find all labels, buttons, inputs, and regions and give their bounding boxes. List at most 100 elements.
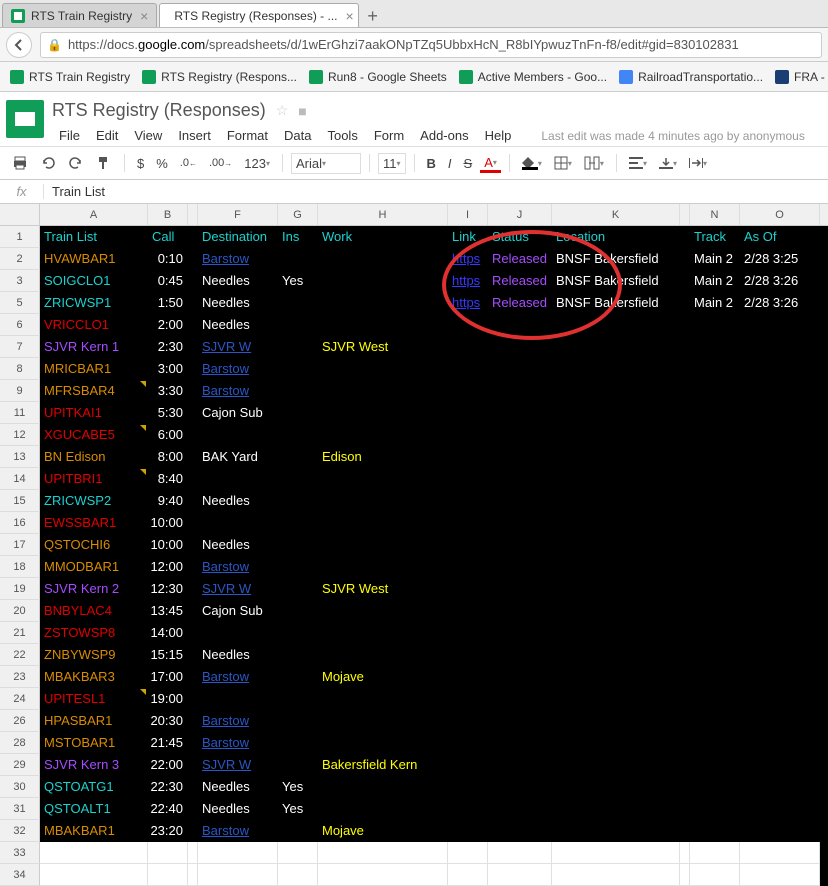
cell[interactable]: [188, 534, 198, 556]
cell[interactable]: [552, 380, 680, 402]
cell[interactable]: [318, 688, 448, 710]
cell[interactable]: [188, 380, 198, 402]
col-header-H[interactable]: H: [318, 204, 448, 225]
cell[interactable]: [278, 688, 318, 710]
cell[interactable]: [448, 534, 488, 556]
cell[interactable]: [278, 578, 318, 600]
cell[interactable]: [690, 336, 740, 358]
cell[interactable]: [680, 622, 690, 644]
cell[interactable]: 13:45: [148, 600, 188, 622]
cell[interactable]: ZNBYWSP9: [40, 644, 148, 666]
row-header[interactable]: 5▴ ▾: [0, 292, 40, 314]
cell[interactable]: [188, 314, 198, 336]
col-header-J[interactable]: J: [488, 204, 552, 225]
cell[interactable]: SOIGCLO1: [40, 270, 148, 292]
cell[interactable]: [278, 292, 318, 314]
cell[interactable]: [552, 710, 680, 732]
cell[interactable]: Location: [552, 226, 680, 248]
row-header[interactable]: 31: [0, 798, 40, 820]
cell[interactable]: [188, 864, 198, 886]
cell[interactable]: [148, 842, 188, 864]
cell[interactable]: 5:30: [148, 402, 188, 424]
cell[interactable]: [318, 402, 448, 424]
cell[interactable]: 3:30: [148, 380, 188, 402]
cell[interactable]: 22:40: [148, 798, 188, 820]
menu-form[interactable]: Form: [367, 125, 411, 146]
cell[interactable]: [552, 798, 680, 820]
cell[interactable]: [188, 270, 198, 292]
cell[interactable]: BNSF Bakersfield: [552, 292, 680, 314]
cell[interactable]: SJVR West: [318, 336, 448, 358]
cell[interactable]: [690, 666, 740, 688]
cell[interactable]: SJVR Kern 1: [40, 336, 148, 358]
cell[interactable]: [188, 820, 198, 842]
cell[interactable]: [188, 798, 198, 820]
cell[interactable]: [740, 424, 820, 446]
cell[interactable]: [690, 314, 740, 336]
cell[interactable]: [488, 820, 552, 842]
cell[interactable]: [488, 490, 552, 512]
cell[interactable]: [740, 490, 820, 512]
cell[interactable]: SJVR W: [198, 578, 278, 600]
bookmark-item[interactable]: FRA - Safety M: [771, 68, 828, 86]
menu-tools[interactable]: Tools: [320, 125, 364, 146]
cell[interactable]: Main 2: [690, 248, 740, 270]
cell[interactable]: Needles: [198, 314, 278, 336]
cell[interactable]: [188, 226, 198, 248]
cell[interactable]: 21:45: [148, 732, 188, 754]
row-header[interactable]: 34: [0, 864, 40, 886]
text-color-button[interactable]: A: [480, 153, 501, 173]
cell[interactable]: [188, 644, 198, 666]
cell[interactable]: 3:00: [148, 358, 188, 380]
menu-edit[interactable]: Edit: [89, 125, 125, 146]
cell[interactable]: [488, 600, 552, 622]
italic-button[interactable]: I: [444, 154, 456, 173]
row-header[interactable]: 23: [0, 666, 40, 688]
cell[interactable]: [552, 446, 680, 468]
cell[interactable]: [148, 864, 188, 886]
cell[interactable]: Yes: [278, 776, 318, 798]
row-header[interactable]: 16: [0, 512, 40, 534]
cell[interactable]: [198, 424, 278, 446]
cell[interactable]: [680, 512, 690, 534]
cell[interactable]: [318, 776, 448, 798]
url-input[interactable]: 🔒 https://docs.google.com/spreadsheets/d…: [40, 32, 822, 58]
cell[interactable]: [278, 248, 318, 270]
cell[interactable]: [188, 732, 198, 754]
cell[interactable]: 14:00: [148, 622, 188, 644]
cell[interactable]: [448, 666, 488, 688]
cell[interactable]: Mojave: [318, 666, 448, 688]
star-icon[interactable]: ☆: [276, 102, 289, 119]
cell[interactable]: [278, 732, 318, 754]
cell[interactable]: [278, 314, 318, 336]
row-header[interactable]: 11▴ ▾: [0, 402, 40, 424]
cell[interactable]: [740, 578, 820, 600]
cell[interactable]: Needles: [198, 292, 278, 314]
cell[interactable]: [448, 402, 488, 424]
cell[interactable]: QSTOATG1: [40, 776, 148, 798]
cell[interactable]: Released: [488, 270, 552, 292]
cell[interactable]: Main 2: [690, 292, 740, 314]
cell[interactable]: [680, 798, 690, 820]
cell[interactable]: [278, 512, 318, 534]
cell[interactable]: [680, 358, 690, 380]
cell[interactable]: [690, 754, 740, 776]
cell[interactable]: [278, 358, 318, 380]
cell[interactable]: [448, 336, 488, 358]
cell[interactable]: [448, 732, 488, 754]
cell[interactable]: [552, 600, 680, 622]
dec-increase-button[interactable]: .00→: [205, 155, 236, 171]
cell[interactable]: [278, 336, 318, 358]
cell[interactable]: ZRICWSP1: [40, 292, 148, 314]
cell[interactable]: Barstow: [198, 358, 278, 380]
cell[interactable]: [188, 424, 198, 446]
cell[interactable]: [278, 490, 318, 512]
cell[interactable]: [488, 666, 552, 688]
cell[interactable]: [488, 864, 552, 886]
cell[interactable]: [680, 644, 690, 666]
cell[interactable]: [318, 314, 448, 336]
cell[interactable]: [740, 446, 820, 468]
cell[interactable]: Work: [318, 226, 448, 248]
cell[interactable]: [690, 512, 740, 534]
cell[interactable]: [740, 380, 820, 402]
